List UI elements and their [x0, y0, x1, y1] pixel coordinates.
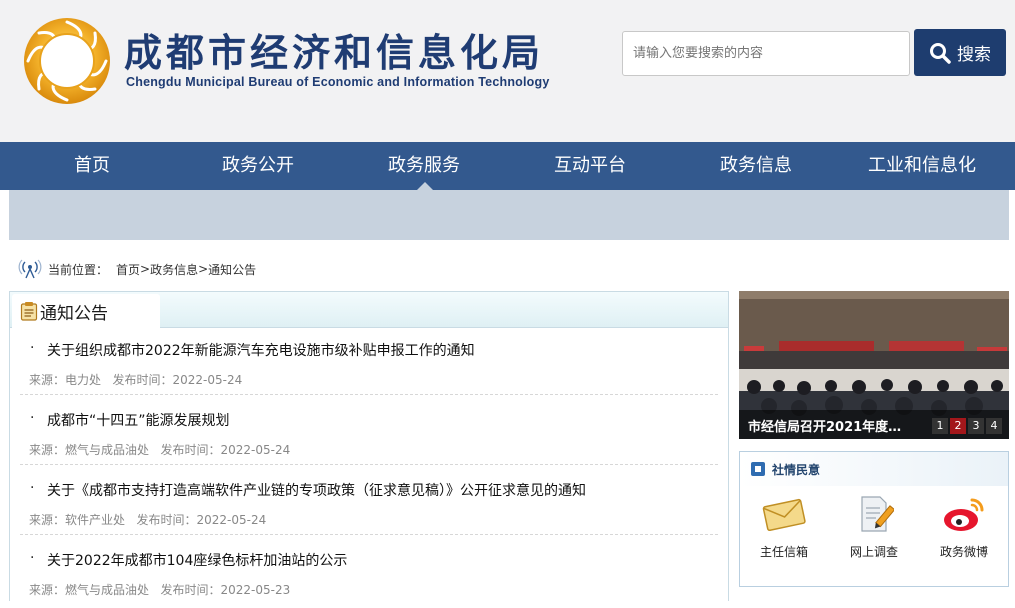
- envelope-icon: [762, 498, 806, 532]
- notice-panel: 通知公告 · 关于组织成都市2022年新能源汽车充电设施市级补贴申报工作的通知 …: [9, 291, 729, 601]
- date-label: 发布时间：: [112, 373, 173, 387]
- panel-bullet-icon: [751, 462, 765, 476]
- search-input[interactable]: [622, 31, 910, 76]
- date-label: 发布时间：: [160, 583, 221, 597]
- breadcrumb-separator: >: [198, 262, 209, 276]
- slideshow-caption[interactable]: 市经信局召开2021年度…: [748, 416, 901, 435]
- bullet-icon: ·: [30, 480, 35, 496]
- date-label: 发布时间：: [136, 513, 197, 527]
- slideshow-caption-bar: 市经信局召开2021年度… 1 2 3 4: [739, 410, 1009, 439]
- nav-item-government-affairs-open[interactable]: 政务公开: [188, 142, 328, 190]
- breadcrumb-prefix: 当前位置：: [48, 262, 109, 277]
- list-item: · 关于组织成都市2022年新能源汽车充电设施市级补贴申报工作的通知 来源：电力…: [10, 328, 728, 398]
- public-opinion-header: 社情民意: [740, 452, 1008, 486]
- breadcrumb-separator: >: [140, 262, 151, 276]
- active-nav-indicator: [417, 182, 433, 190]
- location-signal-icon: [18, 259, 42, 279]
- notice-meta: 来源：燃气与成品油处 发布时间：2022-05-23: [29, 581, 290, 598]
- breadcrumb: 当前位置： 首页 > 政务信息 > 通知公告: [18, 258, 256, 280]
- notice-date: 2022-05-24: [220, 443, 291, 457]
- date-label: 发布时间：: [160, 443, 221, 457]
- source-label: 来源：: [29, 583, 66, 597]
- news-slideshow[interactable]: 市经信局召开2021年度… 1 2 3 4: [739, 291, 1009, 439]
- list-item: · 关于2022年成都市104座绿色标杆加油站的公示 来源：燃气与成品油处 发布…: [10, 538, 728, 608]
- nav-item-interactive-platform[interactable]: 互动平台: [520, 142, 660, 190]
- subnav-banner: [9, 190, 1009, 240]
- nav-item-government-info[interactable]: 政务信息: [686, 142, 826, 190]
- source-label: 来源：: [29, 443, 66, 457]
- public-opinion-title: 社情民意: [772, 463, 821, 477]
- bullet-icon: ·: [30, 340, 35, 356]
- slide-page-3[interactable]: 3: [968, 418, 984, 434]
- notice-date: 2022-05-24: [172, 373, 243, 387]
- notice-source: 软件产业处: [65, 513, 126, 527]
- government-weibo-link[interactable]: 政务微博: [924, 492, 1004, 572]
- divider: [20, 394, 718, 395]
- notice-meta: 来源：软件产业处 发布时间：2022-05-24: [29, 511, 266, 528]
- notice-source: 燃气与成品油处: [65, 583, 150, 597]
- bullet-icon: ·: [30, 550, 35, 566]
- weibo-icon: [944, 498, 984, 531]
- notice-date: 2022-05-23: [220, 583, 291, 597]
- site-header: 成都市经济和信息化局 Chengdu Municipal Bureau of E…: [0, 0, 1015, 142]
- notice-meta: 来源：燃气与成品油处 发布时间：2022-05-24: [29, 441, 290, 458]
- online-survey-link[interactable]: 网上调查: [834, 492, 914, 572]
- site-title: 成都市经济和信息化局: [124, 31, 545, 75]
- notice-title-link[interactable]: 关于《成都市支持打造高端软件产业链的专项政策（征求意见稿）》公开征求意见的通知: [47, 480, 586, 500]
- bullet-icon: ·: [30, 410, 35, 426]
- slide-page-4[interactable]: 4: [986, 418, 1002, 434]
- tab-notices[interactable]: 通知公告: [12, 294, 160, 328]
- notice-panel-title: 通知公告: [40, 303, 108, 324]
- notice-title-link[interactable]: 关于组织成都市2022年新能源汽车充电设施市级补贴申报工作的通知: [47, 340, 475, 360]
- notice-meta: 来源：电力处 发布时间：2022-05-24: [29, 371, 242, 388]
- breadcrumb-home[interactable]: 首页: [116, 261, 140, 278]
- breadcrumb-government-info[interactable]: 政务信息: [150, 261, 198, 278]
- breadcrumb-notices[interactable]: 通知公告: [208, 261, 256, 278]
- divider: [20, 464, 718, 465]
- site-subtitle: Chengdu Municipal Bureau of Economic and…: [126, 75, 550, 89]
- public-opinion-panel: 社情民意 主任信箱 网上调查 政务微博: [739, 451, 1009, 587]
- online-survey-label: 网上调查: [849, 545, 898, 559]
- slide-page-2[interactable]: 2: [950, 418, 966, 434]
- government-weibo-label: 政务微博: [939, 545, 988, 559]
- list-item: · 成都市“十四五”能源发展规划 来源：燃气与成品油处 发布时间：2022-05…: [10, 398, 728, 468]
- search-icon: [930, 42, 951, 64]
- notice-title-link[interactable]: 关于2022年成都市104座绿色标杆加油站的公示: [47, 550, 347, 570]
- director-mailbox-link[interactable]: 主任信箱: [744, 492, 824, 572]
- notice-source: 电力处: [65, 373, 102, 387]
- source-label: 来源：: [29, 373, 66, 387]
- notice-date: 2022-05-24: [196, 513, 267, 527]
- clipboard-icon: [20, 302, 38, 321]
- source-label: 来源：: [29, 513, 66, 527]
- slide-page-1[interactable]: 1: [932, 418, 948, 434]
- notice-source: 燃气与成品油处: [65, 443, 150, 457]
- main-nav: 首页 政务公开 政务服务 互动平台 政务信息 工业和信息化: [0, 142, 1015, 190]
- list-item: · 关于《成都市支持打造高端软件产业链的专项政策（征求意见稿）》公开征求意见的通…: [10, 468, 728, 538]
- notice-panel-header: 通知公告: [10, 292, 728, 328]
- search-button[interactable]: 搜索: [914, 29, 1006, 76]
- divider: [20, 534, 718, 535]
- bureau-logo-icon[interactable]: [22, 16, 112, 106]
- search-button-label: 搜索: [957, 45, 991, 65]
- notice-title-link[interactable]: 成都市“十四五”能源发展规划: [47, 410, 230, 430]
- director-mailbox-label: 主任信箱: [759, 545, 808, 559]
- survey-pencil-icon: [861, 496, 894, 532]
- nav-item-home[interactable]: 首页: [22, 142, 162, 190]
- nav-item-industry-it[interactable]: 工业和信息化: [852, 142, 992, 190]
